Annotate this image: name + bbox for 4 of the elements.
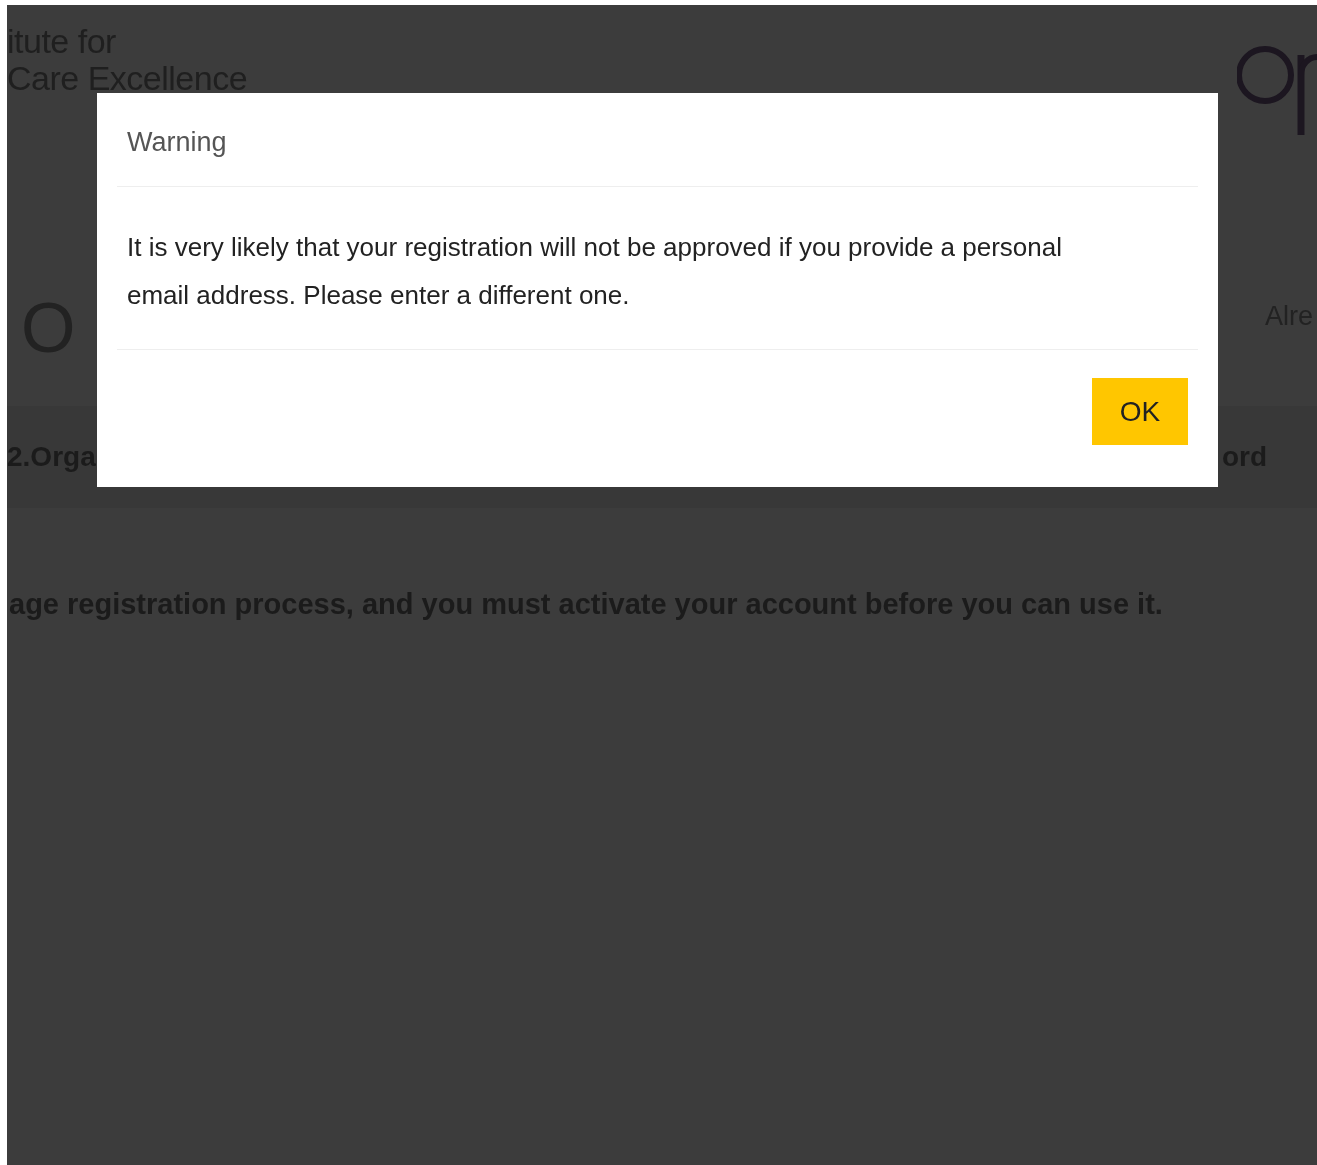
logo-icon (1237, 43, 1317, 135)
dialog-message: It is very likely that your registration will not be approved if you provide a personal email address. Please enter a different one. (127, 231, 1064, 312)
dialog-title: Warning (127, 127, 227, 157)
ok-button[interactable]: OK (1092, 378, 1188, 445)
